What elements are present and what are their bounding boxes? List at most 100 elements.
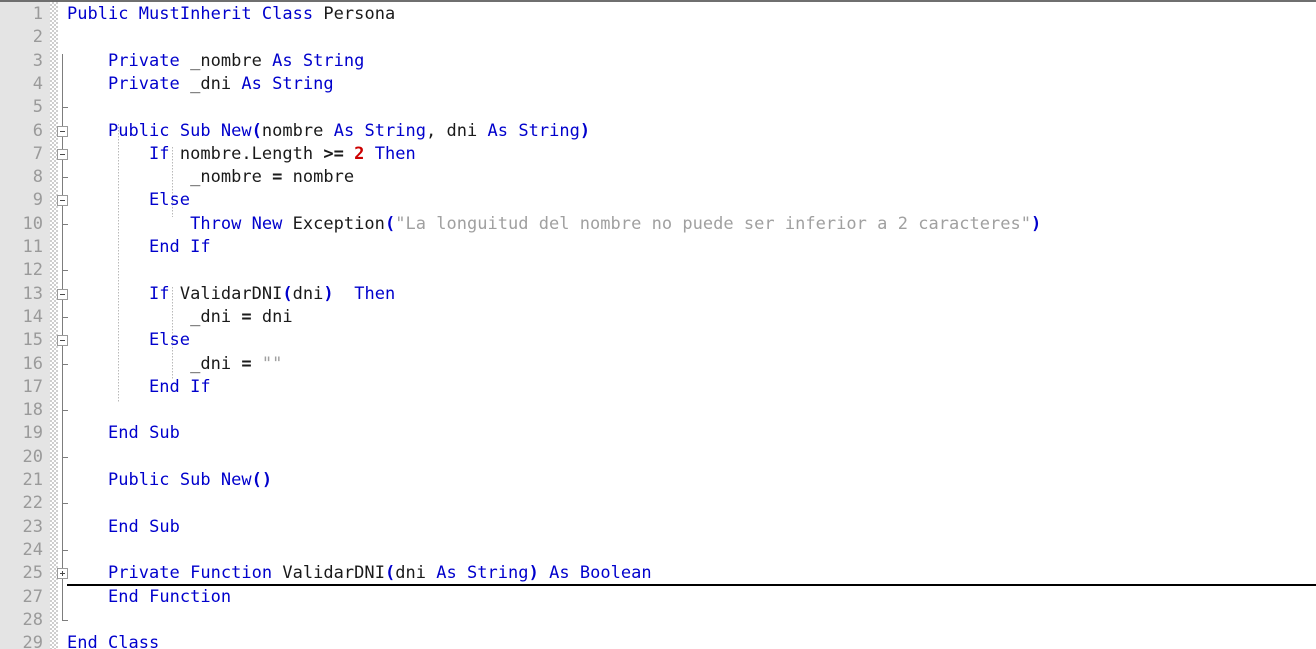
code-token-kw: End	[149, 237, 180, 257]
code-line[interactable]: Private _nombre As String	[67, 50, 364, 73]
code-token-id: , dni	[426, 120, 488, 141]
line-number-gutter[interactable]: 1 2 3 4 5 6 7 8 9 10 11 12 13 14 15 16 17 18 19 20 21 22 23 24 2…	[0, 2, 50, 649]
code-token-kw: End	[149, 376, 180, 397]
code-token-id	[241, 214, 251, 234]
line-number: 8	[32, 167, 43, 188]
fold-collapse-button[interactable]	[57, 288, 68, 300]
code-line[interactable]: _dni = ""	[67, 353, 282, 376]
code-token-kw: Private	[108, 563, 180, 584]
code-token-kw: Else	[149, 190, 191, 211]
line-number: 2	[32, 27, 43, 48]
code-line[interactable]: Public Sub New()	[67, 469, 272, 492]
code-token-op: =	[272, 167, 283, 188]
line-number: 22	[22, 493, 43, 514]
code-line[interactable]: Private _dni As String	[67, 73, 334, 96]
code-token-id	[139, 423, 149, 443]
code-token-id	[180, 237, 190, 257]
code-token-kw: Private	[108, 73, 180, 94]
line-number: 25	[22, 563, 43, 584]
code-line[interactable]: _nombre = nombre	[67, 166, 354, 189]
code-line[interactable]: Else	[67, 189, 190, 212]
code-line[interactable]: End If	[67, 236, 211, 259]
code-line[interactable]: End Function	[67, 586, 231, 609]
fold-expand-button[interactable]	[57, 568, 68, 580]
code-token-id: nombre	[261, 120, 334, 141]
code-token-id: nombre	[282, 167, 355, 188]
fold-collapse-button[interactable]	[57, 335, 68, 347]
fold-tick	[62, 503, 68, 505]
line-number: 1	[32, 4, 43, 24]
code-token-id	[98, 633, 108, 649]
code-token-kw: As	[487, 120, 509, 141]
code-token-id	[354, 121, 364, 141]
code-token-kw: Sub	[149, 516, 180, 537]
code-token-kw: New	[220, 470, 252, 490]
code-token-kw: If	[190, 237, 211, 257]
code-token-kw: If	[149, 143, 170, 164]
fold-tick	[62, 549, 68, 551]
fold-collapse-button[interactable]	[57, 148, 68, 160]
fold-collapse-button[interactable]	[57, 195, 68, 207]
code-token-op: =	[241, 306, 252, 327]
code-token-kw: Class	[261, 4, 314, 24]
code-text-surface[interactable]: Public MustInherit Class Persona Private…	[67, 2, 1316, 649]
code-line[interactable]: Public MustInherit Class Persona	[67, 3, 395, 26]
code-line[interactable]: If nombre.Length >= 2 Then	[67, 143, 416, 166]
code-token-kw: Then	[354, 283, 396, 304]
code-token-num: 2	[354, 143, 365, 164]
code-token-punc: )	[579, 120, 591, 141]
code-line[interactable]: Throw New Exception("La longuitud del no…	[67, 213, 1041, 236]
code-token-kw: Else	[149, 330, 191, 351]
code-token-kw: As	[241, 73, 262, 94]
line-number: 21	[22, 470, 43, 490]
collapsed-region-rule	[67, 583, 1316, 586]
code-line[interactable]: End Class	[67, 632, 159, 649]
code-token-id: _dni	[190, 306, 242, 327]
code-token-kw: Sub	[179, 470, 211, 490]
line-number: 14	[22, 306, 43, 327]
line-number: 18	[22, 400, 43, 421]
code-token-id	[334, 284, 355, 304]
code-token-str: ""	[261, 353, 283, 374]
line-number: 6	[32, 120, 43, 141]
code-token-kw: Public	[108, 470, 170, 490]
code-token-id	[180, 377, 190, 397]
code-token-id	[313, 4, 323, 24]
code-token-punc: (	[384, 213, 396, 234]
code-token-kw: New	[251, 213, 283, 234]
code-line[interactable]: Private Function ValidarDNI(dni As Strin…	[67, 562, 652, 585]
fold-tick	[62, 456, 68, 458]
code-line[interactable]: End If	[67, 376, 211, 399]
code-line[interactable]: End Sub	[67, 516, 180, 539]
code-token-id	[539, 563, 549, 583]
code-token-id: _dni	[179, 73, 242, 94]
code-token-id: dni	[395, 563, 437, 584]
code-line[interactable]: Else	[67, 329, 190, 352]
code-editor[interactable]: 1 2 3 4 5 6 7 8 9 10 11 12 13 14 15 16 17 18 19 20 21 22 23 24 2…	[0, 0, 1316, 649]
code-token-kw: Then	[374, 143, 416, 164]
code-token-kw: String	[364, 120, 426, 141]
code-token-kw: Public	[108, 120, 170, 141]
code-token-kw: End	[108, 423, 139, 444]
code-token-punc: )	[528, 563, 539, 584]
code-token-id	[344, 144, 354, 164]
code-token-id	[262, 74, 272, 94]
code-token-id: dni	[292, 283, 324, 304]
code-line[interactable]: _dni = dni	[67, 306, 293, 329]
code-token-kw: As	[436, 563, 457, 584]
code-token-id: ValidarDNI	[169, 283, 283, 304]
code-token-kw: If	[149, 283, 170, 304]
line-number: 15	[22, 330, 43, 351]
code-line[interactable]: Public Sub New(nombre As String, dni As …	[67, 120, 590, 143]
fold-tick	[62, 223, 68, 225]
code-token-kw: End	[108, 516, 139, 537]
code-line[interactable]: If ValidarDNI(dni) Then	[67, 283, 395, 306]
line-number: 10	[22, 213, 43, 234]
line-number: 16	[22, 353, 43, 374]
code-token-id	[139, 517, 149, 537]
fold-tick	[62, 363, 68, 365]
code-token-kw: Sub	[149, 423, 180, 444]
code-line[interactable]: End Sub	[67, 422, 180, 445]
fold-collapse-button[interactable]	[57, 125, 68, 137]
line-number: 9	[32, 190, 43, 211]
